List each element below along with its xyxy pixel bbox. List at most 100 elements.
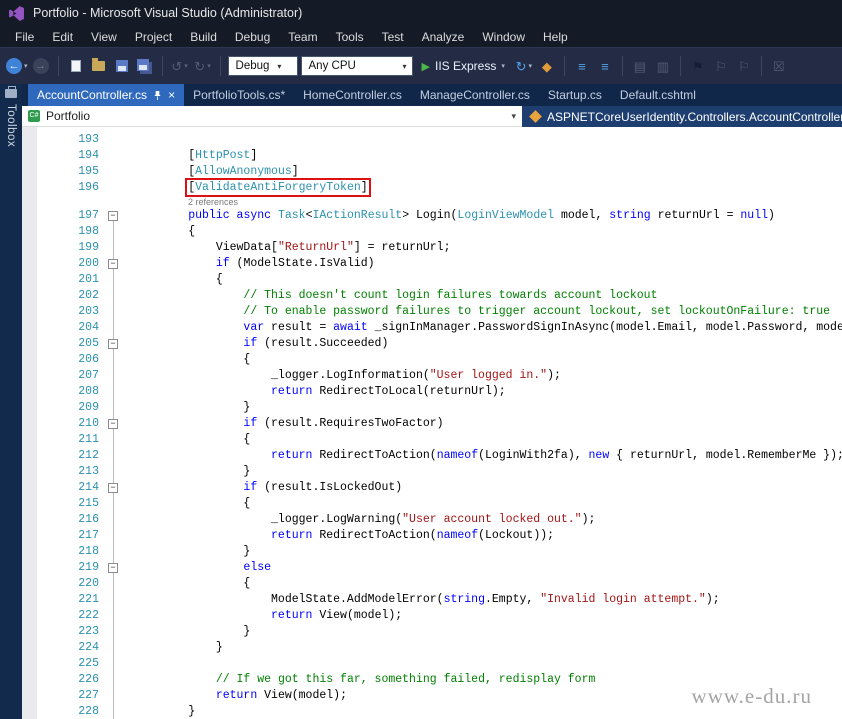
- menu-help[interactable]: Help: [534, 28, 577, 46]
- code-text: [ValidateAntiForgeryToken]: [125, 178, 371, 197]
- fold-margin: [103, 288, 125, 304]
- code-text: if (result.IsLockedOut): [243, 481, 403, 494]
- code-text: if (result.Succeeded): [243, 337, 389, 350]
- new-file-button[interactable]: [66, 54, 86, 78]
- fold-margin: [103, 528, 125, 544]
- open-file-button[interactable]: [89, 54, 109, 78]
- line-number: 206: [78, 353, 99, 366]
- line-number: 202: [78, 289, 99, 302]
- code-line: 206 {: [22, 352, 842, 368]
- close-tab-icon[interactable]: ×: [168, 89, 175, 101]
- line-number: 227: [78, 689, 99, 702]
- code-editor[interactable]: 193 194 [HttpPost] 195 [AllowAnonymous] 196…: [22, 127, 842, 719]
- menu-window[interactable]: Window: [473, 28, 534, 46]
- solution-platforms-select[interactable]: Any CPU ▾: [300, 56, 413, 76]
- profiler-button[interactable]: ◆: [537, 54, 557, 78]
- toolbar: ← ▾ → ↺ ▾ ↻ ▾ Debug ▾ Any CPU ▾ ▶ IIS Ex…: [0, 47, 842, 84]
- code-line: 225: [22, 656, 842, 672]
- menu-edit[interactable]: Edit: [43, 28, 82, 46]
- code-text: return View(model);: [271, 609, 403, 622]
- save-button[interactable]: [112, 54, 132, 78]
- fold-margin: [103, 320, 125, 336]
- refresh-button[interactable]: ↻ ▾: [514, 54, 534, 78]
- code-text: return View(model);: [215, 689, 347, 702]
- navigate-back-button[interactable]: ← ▾: [6, 54, 28, 78]
- line-number: 211: [78, 433, 99, 446]
- code-line: 202 // This doesn't count login failures…: [22, 288, 842, 304]
- code-line: 208 return RedirectToLocal(returnUrl);: [22, 384, 842, 400]
- code-line: 204 var result = await _signInManager.Pa…: [22, 320, 842, 336]
- menu-tools[interactable]: Tools: [327, 28, 373, 46]
- menu-view[interactable]: View: [82, 28, 126, 46]
- line-number: 208: [78, 385, 99, 398]
- next-bookmark-button[interactable]: ⚐: [734, 54, 754, 78]
- clear-bookmarks-button[interactable]: ☒: [769, 54, 789, 78]
- fold-margin: [103, 464, 125, 480]
- menu-file[interactable]: File: [6, 28, 43, 46]
- menu-test[interactable]: Test: [373, 28, 413, 46]
- fold-margin: [103, 304, 125, 320]
- next-bookmark-icon: ⚐: [738, 58, 750, 74]
- pin-tab-icon[interactable]: [153, 90, 162, 101]
- project-dropdown[interactable]: C# Portfolio ▾: [22, 106, 522, 127]
- line-number: 213: [78, 465, 99, 478]
- line-number: 207: [78, 369, 99, 382]
- collapse-region-button[interactable]: −: [108, 259, 118, 269]
- fold-margin: [103, 640, 125, 656]
- code-line: 221 ModelState.AddModelError(string.Empt…: [22, 592, 842, 608]
- code-text: {: [133, 577, 251, 590]
- expand-all-button[interactable]: ≡: [572, 54, 592, 78]
- collapse-region-button[interactable]: −: [108, 211, 118, 221]
- fold-margin: −: [103, 208, 125, 224]
- collapse-all-button[interactable]: ≡: [595, 54, 615, 78]
- fold-margin: [103, 688, 125, 704]
- save-all-button[interactable]: [135, 54, 155, 78]
- collapse-region-button[interactable]: −: [108, 339, 118, 349]
- tab-homecontroller.cs[interactable]: HomeController.cs: [294, 84, 411, 106]
- type-dropdown[interactable]: ASPNETCoreUserIdentity.Controllers.Accou…: [522, 106, 842, 127]
- code-text: public async Task<IActionResult> Login(L…: [188, 209, 775, 222]
- menu-analyze[interactable]: Analyze: [413, 28, 474, 46]
- chevron-down-icon: ▾: [207, 63, 211, 70]
- menu-team[interactable]: Team: [279, 28, 326, 46]
- collapse-region-button[interactable]: −: [108, 483, 118, 493]
- breakpoint-margin[interactable]: [22, 127, 37, 719]
- code-line: 203 // To enable password failures to tr…: [22, 304, 842, 320]
- menu-project[interactable]: Project: [126, 28, 181, 46]
- tab-accountcontroller.cs[interactable]: AccountController.cs ×: [28, 84, 185, 106]
- previous-bookmark-button[interactable]: ⚐: [711, 54, 731, 78]
- previous-bookmark-icon: ⚐: [715, 58, 727, 74]
- code-text: }: [133, 625, 251, 638]
- code-line: 196 [ValidateAntiForgeryToken]: [22, 178, 842, 197]
- codelens-references[interactable]: 2 references: [22, 196, 842, 208]
- undo-button[interactable]: ↺ ▾: [170, 54, 190, 78]
- tab-managecontroller.cs[interactable]: ManageController.cs: [411, 84, 539, 106]
- toggle-bookmark-button[interactable]: ⚑: [688, 54, 708, 78]
- menu-debug[interactable]: Debug: [226, 28, 279, 46]
- tab-startup.cs[interactable]: Startup.cs: [539, 84, 611, 106]
- menu-build[interactable]: Build: [181, 28, 226, 46]
- navigation-bar: C# Portfolio ▾ ASPNETCoreUserIdentity.Co…: [22, 106, 842, 127]
- redo-button[interactable]: ↻ ▾: [193, 54, 213, 78]
- code-line: 215 {: [22, 496, 842, 512]
- toolbox-label: Toolbox: [5, 104, 17, 148]
- collapse-region-button[interactable]: −: [108, 563, 118, 573]
- collapse-list-icon: ≡: [601, 58, 609, 74]
- collapse-region-button[interactable]: −: [108, 419, 118, 429]
- toolbox-panel-tab[interactable]: Toolbox: [0, 84, 22, 719]
- code-line: 194 [HttpPost]: [22, 148, 842, 164]
- solution-configurations-select[interactable]: Debug ▾: [227, 56, 298, 76]
- uncomment-selection-button[interactable]: ▥: [653, 54, 673, 78]
- comment-selection-button[interactable]: ▤: [630, 54, 650, 78]
- line-number: 221: [78, 593, 99, 606]
- navigate-forward-button[interactable]: →: [31, 54, 51, 78]
- tab-portfoliotools.cs[interactable]: PortfolioTools.cs*: [184, 84, 294, 106]
- code-text: // If we got this far, something failed,…: [215, 673, 596, 686]
- play-icon: ▶: [421, 60, 430, 73]
- uncomment-icon: ▥: [656, 58, 669, 74]
- tab-default.cshtml[interactable]: Default.cshtml: [611, 84, 705, 106]
- code-line: 205− if (result.Succeeded): [22, 336, 842, 352]
- start-debugging-button[interactable]: ▶ IIS Express ▾: [416, 54, 511, 78]
- code-line: 224 }: [22, 640, 842, 656]
